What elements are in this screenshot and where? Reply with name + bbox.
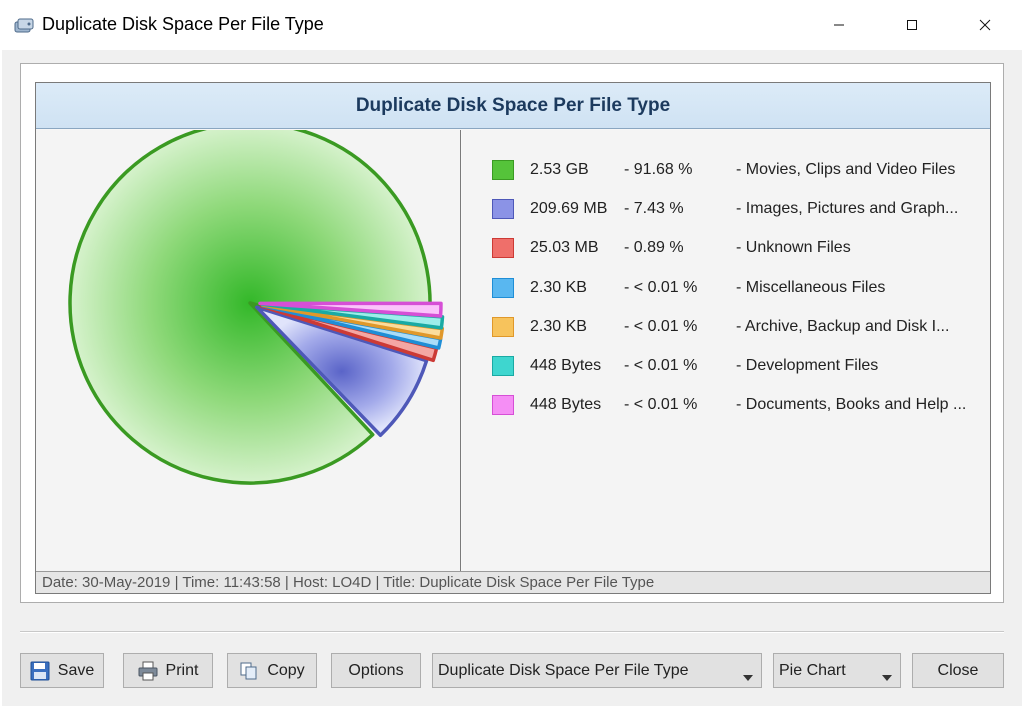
legend-size: 209.69 MB (530, 200, 608, 218)
legend-swatch (492, 277, 514, 298)
legend-label: - Archive, Backup and Disk I... (736, 317, 950, 335)
options-button[interactable]: Options (331, 653, 421, 688)
copy-label: Copy (267, 661, 305, 679)
legend-size: 25.03 MB (530, 239, 599, 257)
save-label: Save (57, 661, 95, 679)
legend-label: - Development Files (736, 357, 879, 374)
report-title: Duplicate Disk Space Per File Type (355, 94, 671, 116)
legend-percent: - < 0.01 % (624, 317, 698, 335)
legend-item: 2.53 GB - 91.68 % - Movies, Clips and Vide… (492, 158, 976, 182)
legend-swatch (492, 316, 514, 337)
legend-swatch (492, 160, 514, 180)
options-label: Options (348, 661, 404, 679)
report-frame: Duplicate Disk Space Per File Type 2.53 … (35, 82, 991, 594)
legend-item: 2.30 KB - < 0.01 % - Miscellaneous Files (492, 276, 976, 300)
legend-item: 448 Bytes - < 0.01 % - Development Files (492, 354, 976, 378)
legend-swatch (492, 395, 514, 416)
window-title: Duplicate Disk Space Per File Type (42, 14, 324, 34)
save-button[interactable]: Save (20, 653, 104, 688)
chevron-down-icon (743, 668, 753, 686)
print-button[interactable]: Print (123, 653, 213, 688)
close-button[interactable]: Close (912, 653, 1004, 688)
legend-label: - Miscellaneous Files (736, 278, 886, 296)
report-header: Duplicate Disk Space Per File Type (36, 83, 990, 129)
legend-item: 448 Bytes - < 0.01 % - Documents, Books an… (492, 393, 976, 417)
legend-item: 209.69 MB - 7.43 % - Images, Pictures and … (492, 197, 976, 221)
pie-chart-pane (36, 121, 461, 571)
close-window-button[interactable] (962, 0, 1008, 50)
legend-percent: - < 0.01 % (624, 278, 698, 296)
maximize-icon (907, 20, 917, 30)
close-label: Close (937, 661, 979, 679)
legend-item: 2.30 KB - < 0.01 % - Archive, Backup and D… (492, 315, 976, 339)
legend-swatch (492, 199, 514, 220)
legend-swatch (492, 238, 514, 259)
maximize-button[interactable] (889, 0, 935, 50)
minimize-button[interactable] (816, 0, 862, 50)
legend-pane: 2.53 GB - 91.68 % - Movies, Clips and Vide… (462, 130, 990, 571)
client-area: Duplicate Disk Space Per File Type 2.53 … (2, 50, 1022, 706)
legend-size: 2.30 KB (530, 278, 587, 296)
title-bar: Duplicate Disk Space Per File Type (0, 0, 1024, 50)
legend-label: - Images, Pictures and Graph... (736, 200, 959, 218)
chevron-down-icon (882, 668, 892, 686)
legend-size: 448 Bytes (530, 396, 602, 414)
legend-size: 448 Bytes (530, 357, 602, 374)
legend-size: 2.30 KB (530, 317, 587, 335)
chart-type-select[interactable]: Pie Chart (773, 653, 901, 688)
legend-percent: - < 0.01 % (624, 357, 698, 374)
legend-percent: - 91.68 % (624, 161, 693, 178)
legend-item: 25.03 MB - 0.89 % - Unknown Files (492, 236, 976, 260)
report-type-value: Duplicate Disk Space Per File Type (438, 661, 689, 679)
legend-percent: - < 0.01 % (624, 396, 698, 414)
legend-label: - Unknown Files (736, 239, 851, 257)
legend-label: - Documents, Books and Help ... (736, 396, 967, 414)
legend-swatch (492, 356, 514, 376)
separator (20, 631, 1004, 633)
pie-chart (68, 121, 445, 485)
legend-label: - Movies, Clips and Video Files (736, 161, 956, 178)
copy-button[interactable]: Copy (227, 653, 317, 688)
disk-scanner-icon (12, 13, 36, 37)
floppy-disk-icon (30, 661, 50, 681)
legend-percent: - 0.89 % (624, 239, 684, 257)
chart-type-value: Pie Chart (779, 661, 846, 679)
report-type-select[interactable]: Duplicate Disk Space Per File Type (432, 653, 762, 688)
report-status-line: Date: 30-May-2019 | Time: 11:43:58 | Hos… (36, 571, 990, 593)
minimize-icon (834, 24, 844, 26)
close-icon (979, 19, 991, 31)
copy-icon (239, 661, 259, 681)
print-label: Print (165, 661, 199, 679)
legend-size: 2.53 GB (530, 161, 589, 178)
printer-icon (138, 661, 158, 681)
legend-percent: - 7.43 % (624, 200, 684, 218)
report-panel: Duplicate Disk Space Per File Type 2.53 … (20, 63, 1004, 603)
